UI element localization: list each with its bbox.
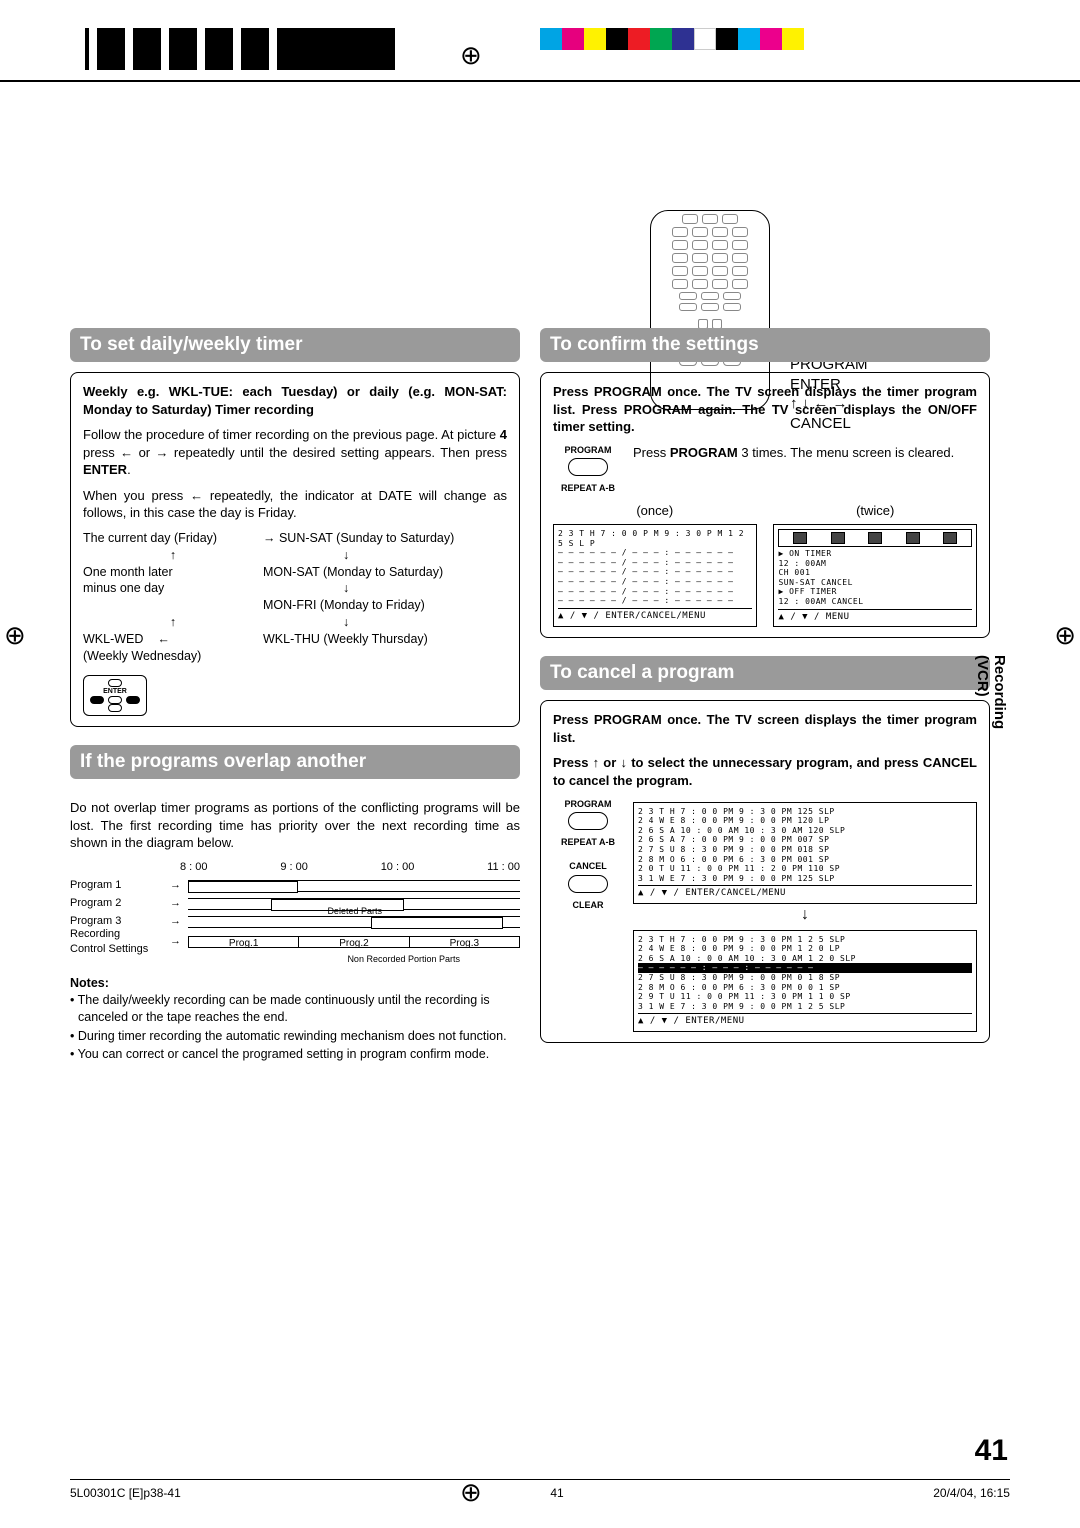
section-heading-confirm: To confirm the settings xyxy=(540,328,990,362)
cancel-p2: Press ↑ or ↓ to select the unnecessary p… xyxy=(553,754,977,789)
note-3: • You can correct or cancel the programe… xyxy=(70,1046,520,1063)
notes-label: Notes: xyxy=(70,975,520,992)
section-heading-timer: To set daily/weekly timer xyxy=(70,328,520,362)
footer: 5L00301C [E]p38-41 41 20/4/04, 16:15 xyxy=(70,1479,1010,1500)
section-body-timer: Weekly e.g. WKL-TUE: each Tuesday) or da… xyxy=(70,372,520,727)
section-body-confirm: Press PROGRAM once. The TV screen displa… xyxy=(540,372,990,638)
side-tab: Recording (VCR) xyxy=(974,655,1008,729)
footer-right: 20/4/04, 16:15 xyxy=(933,1486,1010,1500)
footer-left: 5L00301C [E]p38-41 xyxy=(70,1486,181,1500)
print-color-bar xyxy=(540,28,804,50)
cancel-screen-after: 2 3 T H 7 : 0 0 PM 9 : 3 0 PM 1 2 5 SLP … xyxy=(633,930,977,1033)
overlap-desc: Do not overlap timer programs as portion… xyxy=(70,799,520,852)
cancel-buttons-graphic: PROGRAM REPEAT A-B CANCEL CLEAR xyxy=(553,798,623,1033)
section-heading-cancel: To cancel a program xyxy=(540,656,990,690)
top-rule xyxy=(0,80,1080,82)
timer-step: Follow the procedure of timer recording … xyxy=(83,426,507,479)
twice-label: (twice) xyxy=(773,502,977,520)
screen-twice: ▶ ON TIMER 12 : 00AM CH 001 SUN-SAT CANC… xyxy=(773,524,977,627)
note-2: • During timer recording the automatic r… xyxy=(70,1028,520,1045)
once-label: (once) xyxy=(553,502,757,520)
crop-mark-left: ⊕ xyxy=(4,620,26,651)
crop-mark-top: ⊕ xyxy=(460,40,482,71)
footer-center: 41 xyxy=(550,1486,563,1500)
enter-pad-graphic: ENTER xyxy=(83,675,507,716)
section-body-overlap: Do not overlap timer programs as portion… xyxy=(70,789,520,1075)
overlap-diagram: 8 : 00 9 : 00 10 : 00 11 : 00 Program 1→… xyxy=(70,860,520,965)
confirm-tip: Press PROGRAM 3 times. The menu screen i… xyxy=(633,444,977,495)
timer-intro-bold: Weekly e.g. WKL-TUE: each Tuesday) or da… xyxy=(83,383,507,418)
page-number: 41 xyxy=(975,1434,1008,1468)
crop-mark-right: ⊕ xyxy=(1054,620,1076,651)
section-heading-overlap: If the programs overlap another xyxy=(70,745,520,779)
note-1: • The daily/weekly recording can be made… xyxy=(70,992,520,1026)
screen-once: 2 3 T H 7 : 0 0 P M 9 : 3 0 P M 1 2 5 S … xyxy=(553,524,757,627)
confirm-desc: Press PROGRAM once. The TV screen displa… xyxy=(553,383,977,436)
program-button-graphic: PROGRAM REPEAT A-B xyxy=(553,444,623,495)
down-arrow-icon: ↓ xyxy=(633,904,977,926)
cancel-p1: Press PROGRAM once. The TV screen displa… xyxy=(553,711,977,746)
timer-cycle-desc: When you press ← repeatedly, the indicat… xyxy=(83,487,507,522)
notes-block: Notes: • The daily/weekly recording can … xyxy=(70,975,520,1063)
cancel-screen-before: 2 3 T H 7 : 0 0 PM 9 : 3 0 PM 125 SLP 2 … xyxy=(633,802,977,905)
print-bar-left xyxy=(85,28,395,70)
section-body-cancel: Press PROGRAM once. The TV screen displa… xyxy=(540,700,990,1043)
cycle-diagram: The current day (Friday)→ SUN-SAT (Sunda… xyxy=(83,530,507,665)
